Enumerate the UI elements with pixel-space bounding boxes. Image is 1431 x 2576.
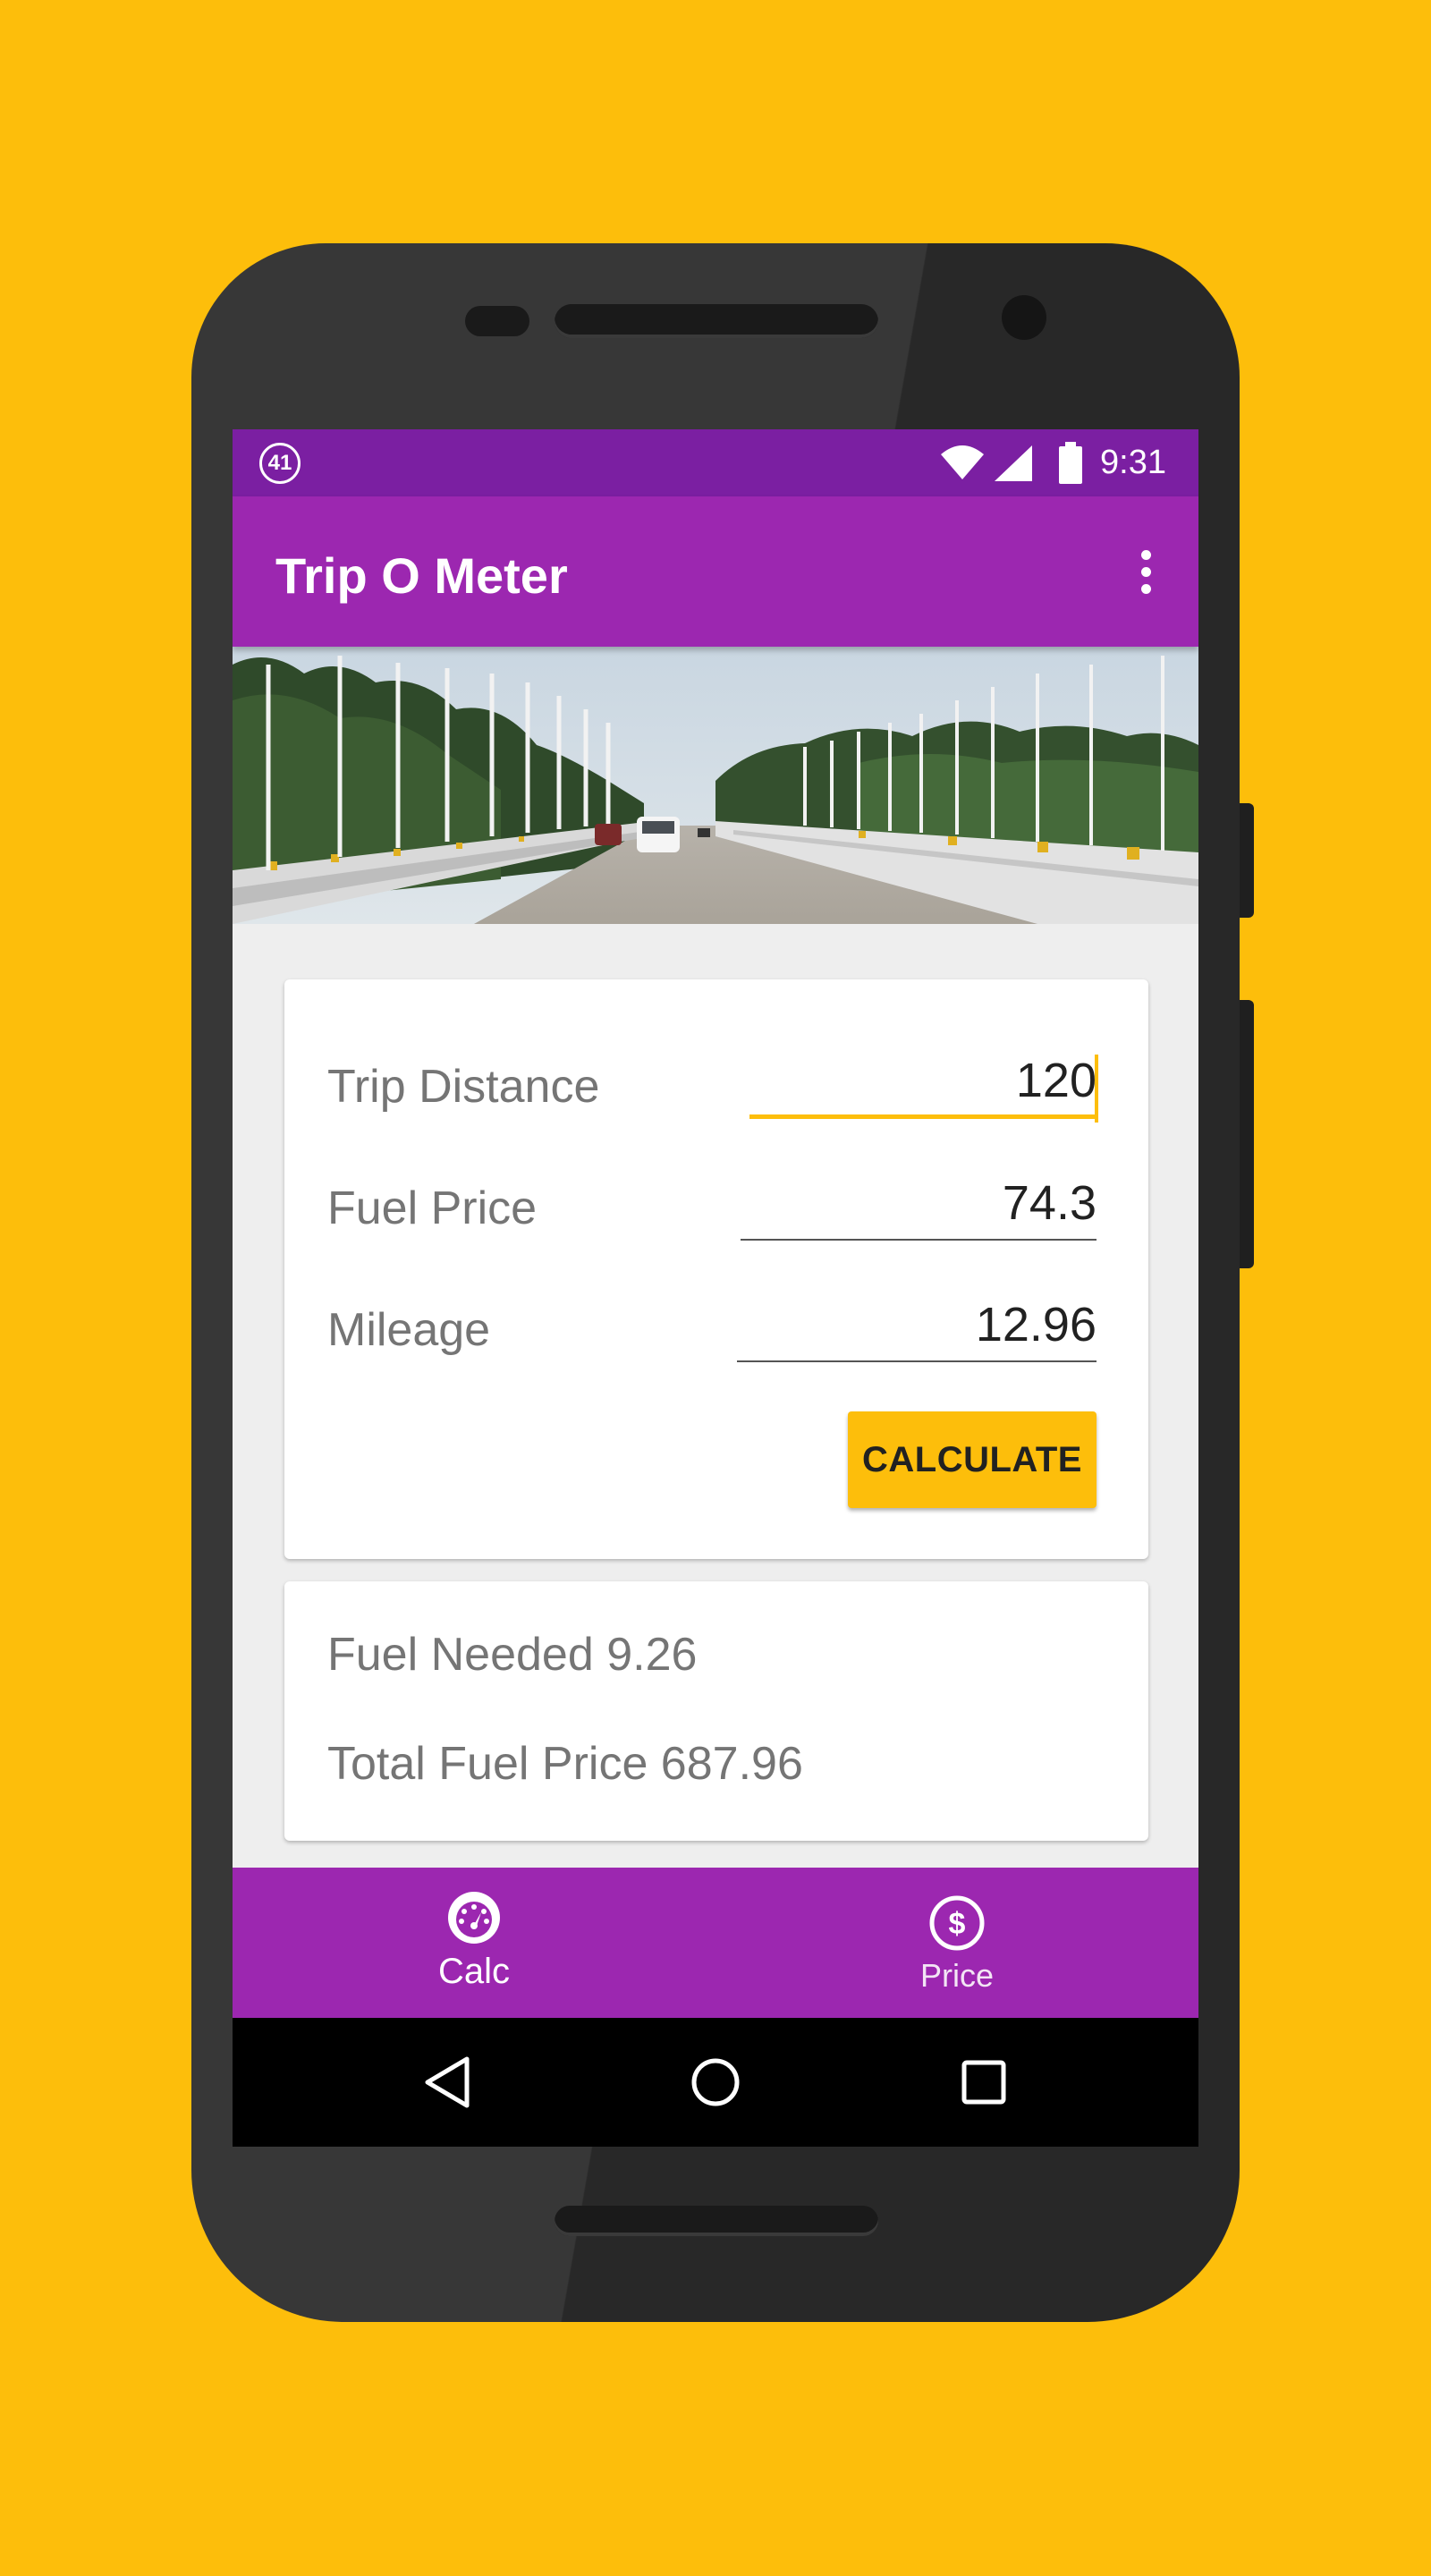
mileage-row: Mileage [284,1276,1148,1375]
status-clock: 9:31 [1100,444,1166,481]
nav-item-price[interactable]: $ Price [716,1868,1198,2018]
signal-icon [995,445,1032,481]
trip-distance-row: Trip Distance [284,1033,1148,1131]
mileage-field[interactable] [737,1296,1097,1362]
total-fuel-price-text: Total Fuel Price 687.96 [327,1738,803,1790]
nav-item-calc[interactable]: Calc [233,1868,716,2018]
recents-icon[interactable] [955,2054,1012,2111]
nav-label-calc: Calc [437,1952,511,1991]
volume-button [1240,1000,1254,1268]
proximity-sensor [465,306,529,336]
power-button [1240,803,1254,918]
bottom-speaker [555,2206,878,2236]
more-vert-icon[interactable] [1114,536,1177,607]
calculate-button[interactable]: CALCULATE [848,1411,1097,1508]
mileage-label: Mileage [327,1304,491,1356]
battery-icon [1059,442,1082,484]
home-icon[interactable] [687,2054,744,2111]
system-nav-bar [233,2018,1198,2147]
app-bar: Trip O Meter [233,496,1198,647]
fuel-price-field[interactable] [741,1174,1097,1241]
bottom-navigation: Calc $ Price [233,1868,1198,2018]
front-camera [1002,295,1046,340]
trip-distance-field[interactable] [749,1053,1097,1119]
road-header-image [233,647,1198,924]
text-cursor [1095,1055,1098,1123]
svg-text:$: $ [949,1907,966,1941]
dollar-circle-icon: $ [929,1895,985,1951]
speedometer-icon [448,1892,500,1944]
earpiece-speaker [555,304,878,338]
app-screen: 41 9:31 Trip O Meter Trip Distance 120 F… [233,429,1198,2147]
app-title: Trip O Meter [275,547,568,604]
fuel-needed-text: Fuel Needed 9.26 [327,1629,698,1681]
notification-count-badge: 41 [259,443,301,484]
back-icon[interactable] [420,2054,478,2111]
trip-input-card: Trip Distance Fuel Price Mileage CALCULA… [284,979,1148,1559]
fuel-price-label: Fuel Price [327,1182,538,1234]
status-bar: 41 9:31 [233,429,1198,496]
trip-distance-label: Trip Distance [327,1061,600,1113]
wifi-icon [941,445,984,479]
nav-label-price: Price [919,1957,995,1994]
fuel-price-row: Fuel Price [284,1155,1148,1253]
result-card: Fuel Needed 9.26 Total Fuel Price 687.96 [284,1581,1148,1841]
